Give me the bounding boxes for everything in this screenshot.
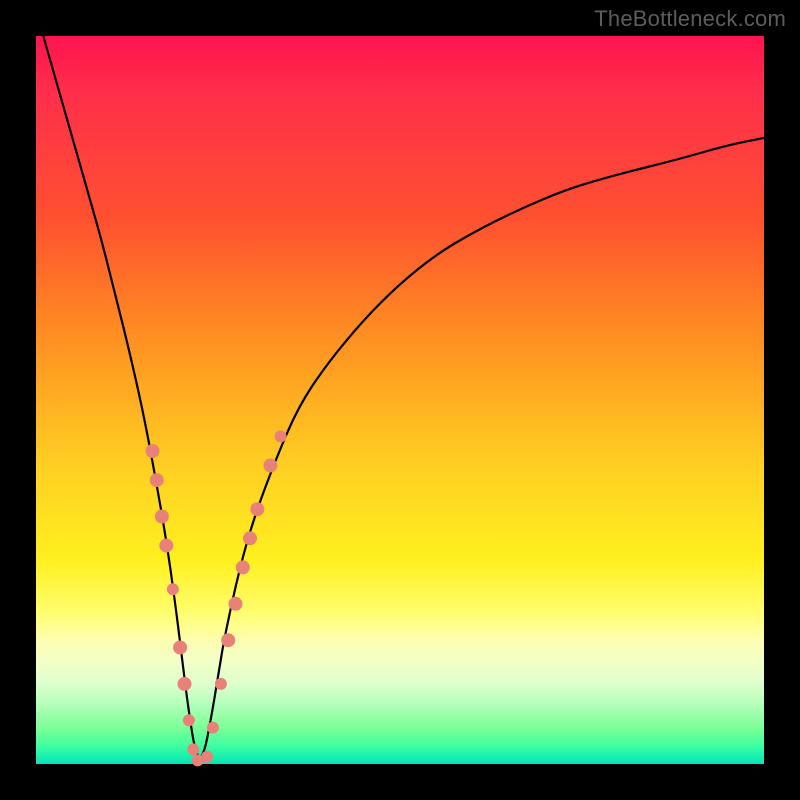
- plot-area: [36, 36, 764, 764]
- bead-marker: [215, 678, 227, 690]
- bead-marker: [146, 444, 160, 458]
- bead-marker: [243, 531, 257, 545]
- bead-marker: [155, 510, 169, 524]
- bead-marker: [178, 677, 192, 691]
- curve-svg: [36, 36, 764, 764]
- bead-marker: [263, 459, 277, 473]
- bead-marker: [236, 560, 250, 574]
- bead-marker: [167, 583, 179, 595]
- bead-marker: [229, 597, 243, 611]
- chart-frame: TheBottleneck.com: [0, 0, 800, 800]
- bead-marker: [250, 502, 264, 516]
- watermark-text: TheBottleneck.com: [594, 6, 786, 32]
- bead-marker: [159, 539, 173, 553]
- bead-group: [146, 430, 287, 766]
- bead-marker: [201, 751, 213, 763]
- bead-marker: [221, 633, 235, 647]
- bead-marker: [187, 743, 199, 755]
- bead-marker: [183, 714, 195, 726]
- bottleneck-curve: [43, 36, 764, 757]
- bead-marker: [207, 722, 219, 734]
- bead-marker: [150, 473, 164, 487]
- bead-marker: [173, 641, 187, 655]
- bead-marker: [275, 430, 287, 442]
